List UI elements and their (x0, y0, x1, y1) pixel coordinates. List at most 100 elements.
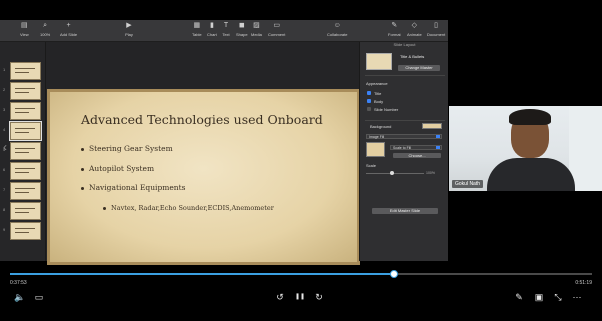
picture-in-picture-button[interactable]: ▣ (534, 292, 544, 302)
add-slide-icon: + (66, 22, 71, 29)
toolbar-collaborate-button[interactable]: ☺ Collaborate (327, 22, 347, 37)
volume-icon: 🔈 (14, 292, 26, 302)
slide-thumbnail[interactable]: 9 (3, 222, 41, 240)
edit-master-slide-button[interactable]: Edit Master Slide (372, 208, 438, 214)
view-icon: ▤ (20, 22, 28, 29)
exit-fullscreen-button[interactable]: ⤡ (553, 292, 563, 302)
play-icon: ▶ (126, 22, 132, 29)
scale-mode-select[interactable]: Scale to Fill (390, 145, 442, 150)
toolbar-label: Collaborate (327, 32, 348, 37)
text-icon: T (223, 22, 229, 29)
scale-slider-thumb[interactable] (390, 171, 394, 175)
zoom-icon: ⌕ (43, 22, 48, 29)
slide-number: 3 (3, 107, 6, 112)
more-options-button[interactable]: ⋯ (572, 292, 582, 302)
slide-thumbnail[interactable]: 5 (3, 142, 41, 160)
slide-layout-thumbnail[interactable] (366, 53, 392, 70)
title-checkbox[interactable] (367, 91, 371, 95)
thumb-text-line (15, 208, 35, 209)
toolbar-zoom-button[interactable]: ⌕ 100% (40, 22, 50, 37)
thumb-text-line (15, 192, 29, 193)
slide-thumbnail[interactable]: 7 (3, 182, 41, 200)
thumb-text-line (15, 112, 29, 113)
slide-layout-name: Title & Bullets (400, 54, 425, 59)
toolbar-document-button[interactable]: ▯ Document (427, 22, 445, 37)
pause-button[interactable]: ❚❚ (295, 292, 305, 302)
toolbar-view-button[interactable]: ▤ View (20, 22, 29, 37)
forward-button[interactable]: ↻ (314, 292, 324, 302)
thumb-text-line (15, 148, 35, 149)
slide-thumbnail[interactable]: 8 (3, 202, 41, 220)
seek-bar-thumb[interactable] (390, 270, 399, 278)
slide-sub-bullet[interactable]: Navtex, Radar,Echo Sounder,ECDIS,Anemome… (103, 204, 274, 212)
bullet-text: Autopilot System (89, 164, 155, 173)
background-fill-select[interactable]: Image Fill (366, 134, 442, 139)
slide-bullet[interactable]: Navigational Equipments (81, 183, 186, 192)
slide-number: 9 (3, 227, 6, 232)
toolbar-animate-button[interactable]: ◇ Animate (407, 22, 422, 37)
thumb-text-line (15, 72, 29, 73)
participant-body (487, 158, 575, 191)
thumb-text-line (15, 228, 35, 229)
slide-bullet[interactable]: Autopilot System (81, 164, 154, 173)
chevron-left-icon[interactable]: ‹ (3, 140, 7, 154)
toolbar-media-button[interactable]: ▨ Media (251, 22, 262, 37)
thumb-text-line (15, 152, 29, 153)
pause-icon: ❚❚ (295, 294, 306, 300)
toolbar-label: Add Slide (60, 32, 78, 37)
choose-image-button[interactable]: Choose... (393, 153, 441, 158)
slide-bullet[interactable]: Steering Gear System (81, 144, 173, 153)
forward-10-icon: ↻ (315, 292, 323, 302)
collaborate-icon: ☺ (333, 22, 341, 29)
slide-number: 8 (3, 207, 6, 212)
media-icon: ▨ (253, 22, 260, 29)
more-options-icon: ⋯ (572, 292, 582, 302)
toolbar-text-button[interactable]: T Text (222, 22, 230, 37)
scale-slider[interactable] (366, 171, 424, 175)
toolbar-play-button[interactable]: ▶ Play (125, 22, 133, 37)
change-master-button[interactable]: Change Master (398, 65, 440, 71)
participant-hair (509, 109, 551, 125)
rewind-button[interactable]: ↺ (275, 292, 285, 302)
scale-label: Scale (366, 163, 377, 168)
thumb-text-line (15, 108, 35, 109)
background-heading: Background (370, 124, 392, 129)
thumb-text-line (15, 132, 29, 133)
toolbar-label: View (20, 32, 29, 37)
thumb-text-line (15, 68, 35, 69)
current-slide[interactable]: Advanced Technologies used Onboard Steer… (47, 89, 360, 265)
annotate-button[interactable]: ✎ (514, 292, 524, 302)
toolbar-comment-button[interactable]: ▭ Comment (268, 22, 285, 37)
slide-thumbnail[interactable]: 6 (3, 162, 41, 180)
divider (365, 75, 445, 76)
toolbar-label: 100% (40, 32, 51, 37)
body-checkbox[interactable] (367, 99, 371, 103)
bullet-dot (103, 206, 106, 210)
slide-number: 4 (3, 127, 6, 132)
bullet-text: Navigational Equipments (89, 183, 186, 192)
toolbar-format-button[interactable]: ✎ Format (388, 22, 401, 37)
comment-icon: ▭ (273, 22, 280, 29)
slide-title[interactable]: Advanced Technologies used Onboard (81, 112, 323, 127)
bullet-dot (81, 167, 84, 171)
inspector-header: Slide Layout (393, 42, 416, 47)
background-image-well[interactable] (366, 142, 385, 157)
captions-button[interactable]: ▭ (34, 292, 44, 302)
toolbar-shape-button[interactable]: ◼ Shape (236, 22, 248, 37)
slide-thumbnail-selected[interactable]: 4 (3, 121, 42, 141)
divider (365, 120, 445, 121)
slide-thumbnail[interactable]: 2 (3, 82, 41, 100)
toolbar-add-slide-button[interactable]: + Add Slide (60, 22, 77, 37)
keynote-toolbar: ▤ View ⌕ 100% + Add Slide ▶ Play ▦ Table… (0, 20, 448, 42)
slide-thumbnail[interactable]: 1 (3, 62, 41, 80)
background-color-well[interactable] (422, 123, 442, 129)
toolbar-label: Comment (268, 32, 286, 37)
participant-video: Gokul Nath (449, 106, 602, 191)
volume-button[interactable]: 🔈 (14, 292, 26, 302)
seek-bar[interactable] (10, 270, 592, 278)
toolbar-chart-button[interactable]: ▮ Chart (207, 22, 217, 37)
shape-icon: ◼ (238, 22, 245, 29)
slide-thumbnail[interactable]: 3 (3, 102, 41, 120)
toolbar-table-button[interactable]: ▦ Table (192, 22, 202, 37)
slide-number-checkbox[interactable] (367, 107, 371, 111)
